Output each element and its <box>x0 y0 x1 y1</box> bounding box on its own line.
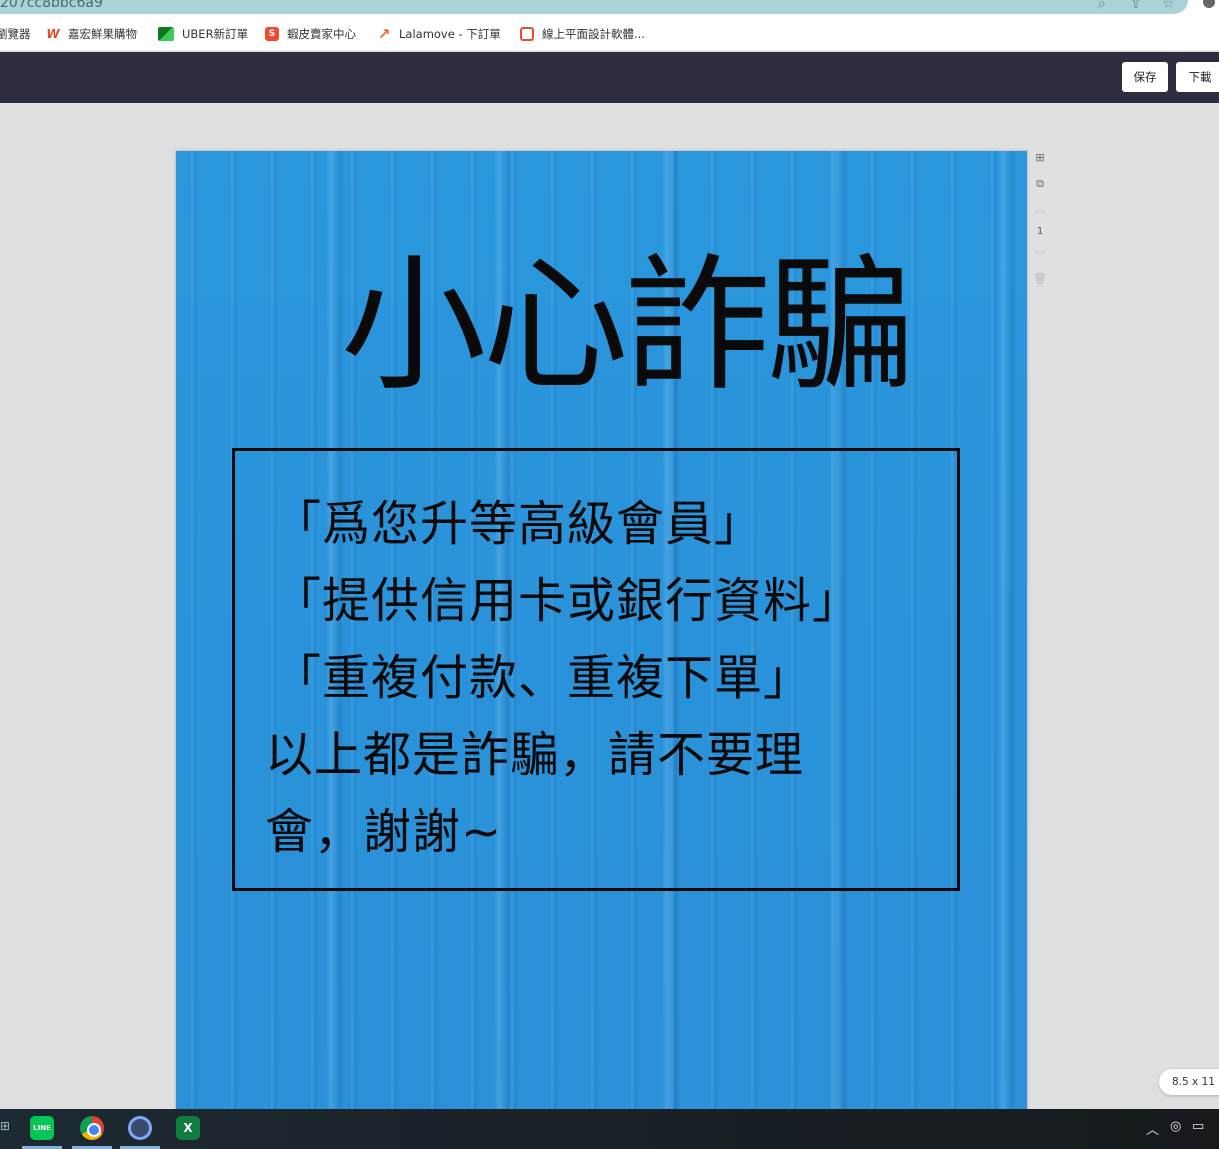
address-bar-area: 207cc8bbc6a9 ⌕ ⇪ ☆ <box>0 0 1219 16</box>
meet-icon[interactable]: ◎ <box>1170 1119 1181 1134</box>
editor-header: 保存 下載 <box>0 52 1219 103</box>
star-icon[interactable]: ☆ <box>1162 0 1175 12</box>
page-tools: ⊞ ⧉ ︿ 1 ﹀ 🗑 <box>1031 151 1049 291</box>
duplicate-page-icon[interactable]: ⧉ <box>1031 177 1049 191</box>
page-size-badge[interactable]: 8.5 x 11 in <box>1159 1069 1219 1095</box>
line-icon[interactable]: LINE <box>30 1116 54 1140</box>
share-icon[interactable]: ⇪ <box>1130 0 1142 12</box>
notice-line[interactable]: 「重複付款、重複下單」 <box>273 639 812 717</box>
bookmark-label: 線上平面設計軟體... <box>542 27 645 41</box>
bookmark-item[interactable]: W 嘉宏鮮果購物 <box>46 25 137 43</box>
bookmark-item[interactable]: S 蝦皮賣家中心 <box>265 25 356 43</box>
chrome-icon[interactable] <box>80 1116 104 1140</box>
bookmark-label: UBER新訂單 <box>182 27 249 41</box>
chevron-down-icon[interactable]: ﹀ <box>1031 247 1049 263</box>
chevron-up-icon[interactable]: ︿ <box>1031 201 1049 217</box>
notice-line[interactable]: 「爲您升等高級會員」 <box>273 485 763 563</box>
address-text[interactable]: 207cc8bbc6a9 <box>0 0 103 11</box>
bookmarks-bar: 瀏覽器 W 嘉宏鮮果購物 UBER新訂單 S 蝦皮賣家中心 ↗ Lalamove… <box>0 16 1219 51</box>
profile-icon[interactable] <box>1201 0 1217 10</box>
taskbar-edge-icon[interactable]: ⊞ <box>0 1119 10 1137</box>
network-icon[interactable]: ▭ <box>1192 1119 1204 1134</box>
notice-line[interactable]: 「提供信用卡或銀行資料」 <box>273 562 861 640</box>
save-button[interactable]: 保存 <box>1122 62 1168 92</box>
obs-icon[interactable] <box>128 1116 152 1140</box>
notice-box[interactable]: 「爲您升等高級會員」 「提供信用卡或銀行資料」 「重複付款、重複下單」 以上都是… <box>232 448 960 891</box>
download-button[interactable]: 下載 <box>1176 62 1219 92</box>
lalamove-icon: ↗ <box>377 25 391 43</box>
trash-icon[interactable]: 🗑 <box>1031 272 1049 285</box>
page-number: 1 <box>1036 226 1044 237</box>
bookmark-label: 瀏覽器 <box>0 27 31 41</box>
canva-icon <box>520 27 534 41</box>
uber-icon <box>158 27 174 41</box>
add-page-icon[interactable]: ⊞ <box>1031 151 1049 164</box>
notice-line[interactable]: 以上都是詐騙，請不要理 <box>265 716 804 794</box>
excel-icon[interactable]: X <box>176 1116 200 1140</box>
bookmark-item[interactable]: UBER新訂單 <box>158 25 248 43</box>
bookmark-item[interactable]: 線上平面設計軟體... <box>520 25 645 43</box>
bookmark-item[interactable]: ↗ Lalamove - 下訂單 <box>377 25 501 43</box>
bookmark-label: 嘉宏鮮果購物 <box>68 27 137 41</box>
design-page[interactable]: 小心詐騙 「爲您升等高級會員」 「提供信用卡或銀行資料」 「重複付款、重複下單」… <box>176 151 1027 1111</box>
chevron-up-icon[interactable]: ︿ <box>1146 1119 1159 1138</box>
shopee-icon: S <box>265 27 279 41</box>
bookmark-label: Lalamove - 下訂單 <box>399 27 501 41</box>
address-bar[interactable]: 207cc8bbc6a9 ⌕ ⇪ ☆ <box>0 0 1188 14</box>
bookmark-label: 蝦皮賣家中心 <box>287 27 356 41</box>
taskbar: ⊞ LINE X ︿ ◎ ▭ <box>0 1109 1219 1149</box>
notice-line[interactable]: 會，謝謝~ <box>265 793 502 871</box>
jiahong-logo-icon: W <box>46 27 60 41</box>
poster-title[interactable]: 小心詐騙 <box>176 241 1027 411</box>
search-icon[interactable]: ⌕ <box>1098 0 1106 12</box>
bookmark-item[interactable]: 瀏覽器 <box>0 25 31 43</box>
